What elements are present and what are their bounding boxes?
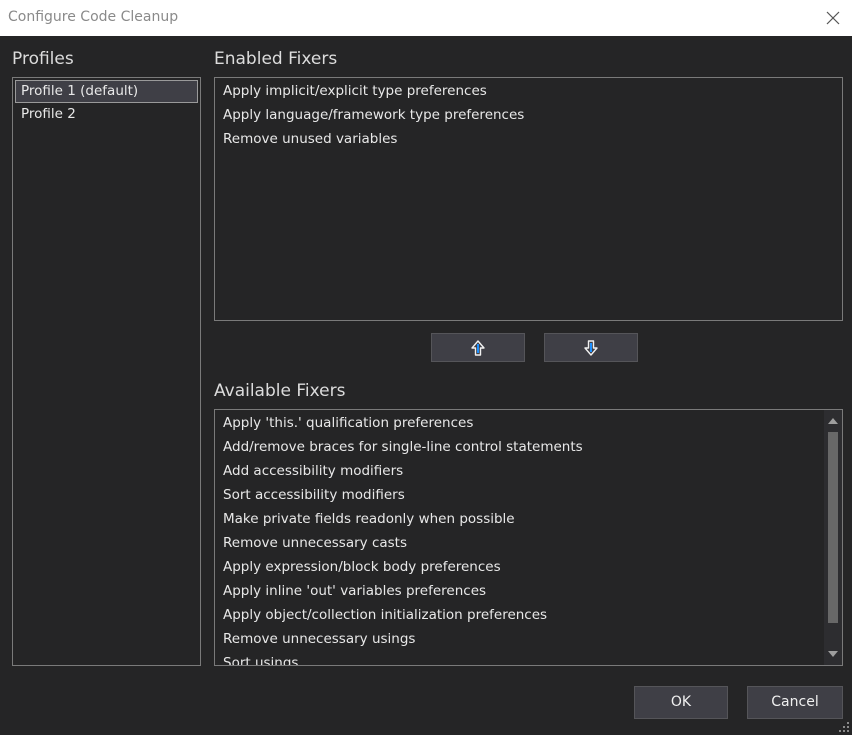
move-down-button[interactable]	[544, 333, 638, 362]
scroll-thumb[interactable]	[828, 432, 838, 623]
fixer-label: Add/remove braces for single-line contro…	[223, 439, 583, 455]
enabled-fixers-list[interactable]: Apply implicit/explicit type preferences…	[214, 77, 843, 321]
profile-item-2[interactable]: Profile 2	[15, 103, 198, 126]
enabled-fixers-label: Enabled Fixers	[214, 49, 338, 69]
list-item[interactable]: Apply language/framework type preference…	[217, 104, 837, 127]
scroll-down-arrow-icon[interactable]	[828, 651, 838, 657]
list-item[interactable]: Remove unnecessary casts	[217, 532, 817, 555]
vertical-scrollbar[interactable]	[824, 410, 842, 665]
fixer-label: Apply object/collection initialization p…	[223, 607, 548, 623]
fixer-label: Remove unnecessary usings	[223, 631, 416, 647]
fixer-label: Apply implicit/explicit type preferences	[223, 83, 487, 99]
fixer-label: Apply 'this.' qualification preferences	[223, 415, 474, 431]
profile-item-1[interactable]: Profile 1 (default)	[15, 80, 198, 103]
profiles-label: Profiles	[12, 49, 74, 69]
profile-item-label: Profile 2	[21, 106, 76, 122]
list-item[interactable]: Sort usings	[217, 652, 817, 666]
fixer-label: Apply expression/block body preferences	[223, 559, 501, 575]
fixer-label: Sort usings	[223, 655, 299, 666]
available-fixers-list[interactable]: Apply 'this.' qualification preferences …	[214, 409, 843, 666]
list-item[interactable]: Apply 'this.' qualification preferences	[217, 412, 817, 435]
window-title: Configure Code Cleanup	[8, 9, 179, 25]
fixer-label: Make private fields readonly when possib…	[223, 511, 515, 527]
ok-button[interactable]: OK	[634, 686, 728, 719]
fixer-label: Sort accessibility modifiers	[223, 487, 405, 503]
arrow-down-icon	[584, 339, 598, 356]
fixer-label: Remove unnecessary casts	[223, 535, 408, 551]
cancel-button[interactable]: Cancel	[747, 686, 843, 719]
close-button[interactable]	[820, 5, 846, 31]
list-item[interactable]: Remove unused variables	[217, 128, 837, 151]
list-item[interactable]: Add/remove braces for single-line contro…	[217, 436, 817, 459]
list-item[interactable]: Make private fields readonly when possib…	[217, 508, 817, 531]
close-icon	[826, 11, 840, 25]
title-bar: Configure Code Cleanup	[0, 0, 852, 36]
fixer-label: Add accessibility modifiers	[223, 463, 404, 479]
fixer-label: Remove unused variables	[223, 131, 398, 147]
profiles-list[interactable]: Profile 1 (default) Profile 2	[12, 77, 201, 666]
list-item[interactable]: Apply inline 'out' variables preferences	[217, 580, 817, 603]
list-item[interactable]: Add accessibility modifiers	[217, 460, 817, 483]
profile-item-label: Profile 1 (default)	[21, 83, 139, 99]
fixer-label: Apply language/framework type preference…	[223, 107, 525, 123]
arrow-up-icon	[471, 339, 485, 356]
resize-grip-icon[interactable]	[838, 721, 850, 733]
list-item[interactable]: Remove unnecessary usings	[217, 628, 817, 651]
available-fixers-label: Available Fixers	[214, 381, 346, 401]
list-item[interactable]: Apply implicit/explicit type preferences	[217, 80, 837, 103]
list-item[interactable]: Apply object/collection initialization p…	[217, 604, 817, 627]
list-item[interactable]: Sort accessibility modifiers	[217, 484, 817, 507]
list-item[interactable]: Apply expression/block body preferences	[217, 556, 817, 579]
move-up-button[interactable]	[431, 333, 525, 362]
fixer-label: Apply inline 'out' variables preferences	[223, 583, 487, 599]
scroll-up-arrow-icon[interactable]	[828, 418, 838, 424]
